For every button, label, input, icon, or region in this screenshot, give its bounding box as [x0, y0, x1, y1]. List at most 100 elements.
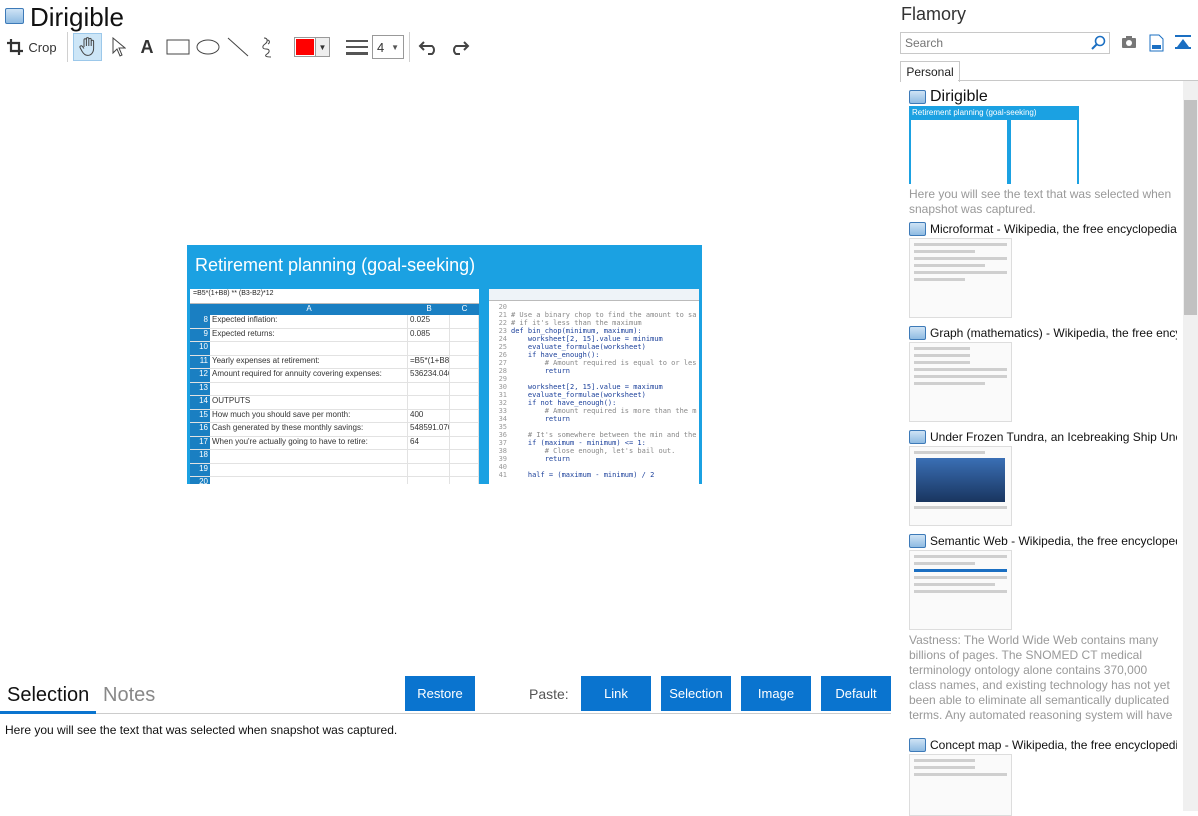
snapshot-item[interactable]: Graph (mathematics) - Wikipedia, the fre…: [909, 326, 1177, 422]
dirigible-icon: [909, 738, 926, 752]
snapshot-title: Graph (mathematics) - Wikipedia, the fre…: [930, 326, 1177, 340]
tab-personal[interactable]: Personal: [900, 61, 960, 82]
ellipse-icon: [196, 39, 220, 55]
undo-button[interactable]: [416, 34, 442, 60]
snapshot-thumbnail: [909, 550, 1012, 630]
sheet-row: 11 Yearly expenses at retirement: =B5*(1+B…: [190, 355, 479, 369]
sheet-cell: 0.085: [408, 328, 450, 341]
snapshot-thumbnail: [909, 754, 1012, 816]
code-line: 31 evaluate_formulae(worksheet): [489, 391, 699, 399]
hand-icon: [78, 37, 94, 56]
sheet-cell: 15: [190, 409, 210, 422]
snapshot-item[interactable]: Dirigible Retirement planning (goal-seek…: [909, 88, 1177, 217]
column-header: C: [461, 304, 468, 313]
paste-default-button[interactable]: Default: [821, 676, 891, 711]
select-tool[interactable]: [108, 34, 130, 60]
snapshot-item[interactable]: Semantic Web - Wikipedia, the free encyc…: [909, 534, 1177, 723]
freehand-tool[interactable]: [256, 34, 280, 60]
snapshot-preview[interactable]: Retirement planning (goal-seeking) =B5*(…: [187, 245, 702, 484]
sheet-cell: 14: [190, 396, 210, 409]
sheet-cell: 8: [190, 315, 210, 328]
search-icon[interactable]: [1090, 35, 1106, 51]
crop-button[interactable]: Crop: [6, 34, 58, 60]
sheet-cell: [450, 355, 479, 368]
code-text: worksheet[2, 15].value = minimum: [511, 335, 663, 343]
column-header: B: [426, 304, 432, 313]
code-text: # Close enough, let's bail out.: [511, 447, 676, 455]
sheet-cell: 0.025: [408, 315, 450, 328]
restore-button[interactable]: Restore: [405, 676, 475, 711]
sheet-cell: [210, 342, 408, 355]
collapse-icon[interactable]: [1175, 34, 1191, 50]
tab-selection[interactable]: Selection: [7, 684, 89, 707]
code-text: evaluate_formulae(worksheet): [511, 343, 646, 351]
text-tool[interactable]: A: [136, 34, 158, 60]
sheet-cell: [408, 342, 450, 355]
search-input[interactable]: [900, 32, 1110, 54]
sheet-cell: 400: [408, 409, 450, 422]
line-number: 25: [498, 343, 507, 351]
snapshot-description: Here you will see the text that was sele…: [909, 187, 1172, 216]
crop-icon: [7, 39, 24, 55]
code-text: def bin_chop(minimum, maximum):: [511, 327, 642, 335]
rectangle-tool[interactable]: [164, 34, 192, 60]
sheet-cell: 13: [190, 382, 210, 395]
dirigible-icon: [909, 430, 926, 444]
snapshot-item[interactable]: Under Frozen Tundra, an Icebreaking Ship…: [909, 430, 1177, 526]
line-tool[interactable]: [226, 34, 250, 60]
sheet-row: 19: [190, 463, 479, 477]
paste-selection-button[interactable]: Selection: [661, 676, 731, 711]
sheet-cell: [450, 409, 479, 422]
code-line: 25 evaluate_formulae(worksheet): [489, 343, 699, 351]
sheet-cell: [450, 436, 479, 449]
column-header: A: [306, 304, 312, 313]
snapshot-item[interactable]: Microformat - Wikipedia, the free encycl…: [909, 222, 1177, 318]
snapshot-thumbnail: [909, 238, 1012, 318]
sheet-cell: 64: [408, 436, 450, 449]
code-text: return: [511, 455, 571, 463]
snapshot-title: Microformat - Wikipedia, the free encycl…: [930, 222, 1177, 236]
line-number: 29: [498, 375, 507, 383]
paste-link-button[interactable]: Link: [581, 676, 651, 711]
sheet-cell: Amount required for annuity covering exp…: [210, 369, 408, 382]
sidebar-scroll-thumb[interactable]: [1184, 100, 1197, 315]
line-width-select[interactable]: 4 ▼: [372, 35, 404, 59]
ellipse-tool[interactable]: [194, 34, 222, 60]
line-number: 41: [498, 471, 507, 479]
dirigible-icon: [909, 90, 926, 104]
hand-tool[interactable]: [73, 33, 102, 61]
camera-icon[interactable]: [1121, 34, 1137, 50]
redo-button[interactable]: [446, 34, 472, 60]
sheet-cell: How much you should save per month:: [210, 409, 408, 422]
code-line: 40: [489, 463, 699, 471]
tab-notes[interactable]: Notes: [103, 684, 155, 707]
line-width-icon: [344, 34, 370, 60]
line-icon: [227, 37, 249, 57]
line-number: 24: [498, 335, 507, 343]
code-text: # if it's less than the maximum: [511, 319, 642, 327]
snapshot-description: Vastness: The World Wide Web contains ma…: [909, 633, 1173, 722]
code-line: 33 # Amount required is more than the m: [489, 407, 699, 415]
sheet-cell: 10: [190, 342, 210, 355]
sheet-cell: 16: [190, 423, 210, 436]
sheet-row: 16 Cash generated by these monthly saving…: [190, 423, 479, 437]
app-title: Dirigible: [30, 2, 124, 32]
line-number: 21: [498, 311, 507, 319]
sheet-row: 8 Expected inflation: 0.025: [190, 315, 479, 329]
line-number: 34: [498, 415, 507, 423]
paste-image-button[interactable]: Image: [741, 676, 811, 711]
line-number: 27: [498, 359, 507, 367]
snapshot-item[interactable]: Concept map - Wikipedia, the free encycl…: [909, 738, 1177, 816]
color-picker[interactable]: ▼: [292, 34, 332, 60]
code-text: evaluate_formulae(worksheet): [511, 391, 646, 399]
snapshot-thumbnail: [909, 446, 1012, 526]
sheet-cell: [408, 463, 450, 476]
sheet-cell: [210, 382, 408, 395]
line-number: 26: [498, 351, 507, 359]
document-icon[interactable]: [1148, 34, 1164, 52]
formula-bar: =B5*(1+B8) ** (B3-B2)*12: [190, 289, 479, 304]
code-text: if have_enough():: [511, 351, 600, 359]
line-number: 36: [498, 431, 507, 439]
line-number: 38: [498, 447, 507, 455]
sheet-cell: OUTPUTS: [210, 396, 408, 409]
